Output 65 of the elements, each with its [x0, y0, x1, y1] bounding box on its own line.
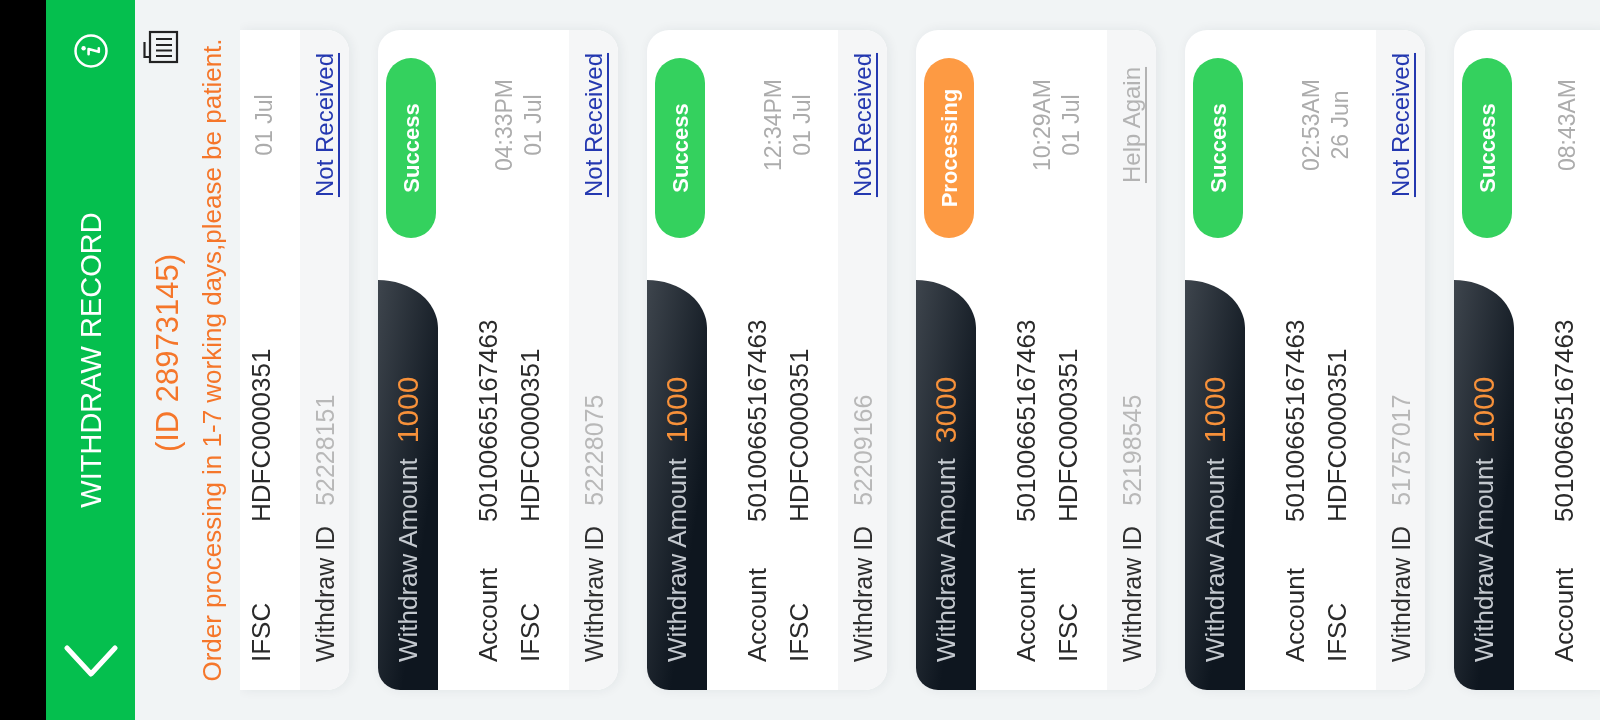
action-link[interactable]: Not Received: [309, 52, 340, 198]
account-number: 50100665167463: [472, 319, 504, 522]
amount-label: Withdraw Amount: [930, 458, 962, 662]
date-text: 01 Jul: [1057, 94, 1085, 156]
order-id-text: (ID 28973145): [150, 253, 186, 453]
time-text: 04:33PM: [490, 78, 518, 172]
document-icon[interactable]: [143, 30, 179, 64]
time-text: 12:34PM: [759, 78, 787, 172]
amount-label: Withdraw Amount: [661, 458, 693, 662]
withdraw-id-value: 52228075: [578, 394, 609, 506]
ifsc-label: IFSC: [245, 602, 277, 662]
action-link[interactable]: Not Received: [578, 52, 609, 198]
date-text: 01 Jul: [519, 94, 547, 156]
processing-notice: Order processing in 1-7 working days,please be patient.: [198, 38, 226, 682]
account-label: Account: [1548, 568, 1580, 662]
status-pill: Processing: [924, 58, 974, 238]
ifsc-label: IFSC: [1052, 602, 1084, 662]
status-pill: Success: [655, 58, 705, 238]
account-label: Account: [1010, 568, 1042, 662]
amount-label: Withdraw Amount: [392, 458, 424, 662]
withdraw-id-label: Withdraw ID: [847, 525, 878, 662]
withdraw-id-label: Withdraw ID: [578, 525, 609, 662]
amount-value: 1000: [660, 376, 694, 444]
account-label: Account: [741, 568, 773, 662]
amount-value: 3000: [929, 376, 963, 444]
withdraw-id-value: 51757017: [1385, 394, 1416, 506]
ifsc-code: HDFC0000351: [1052, 348, 1084, 522]
amount-label: Withdraw Amount: [1199, 458, 1231, 662]
page-title: WITHDRAW RECORD: [73, 212, 108, 508]
ifsc-code: HDFC0000351: [783, 348, 815, 522]
date-text: 26 Jun: [1326, 90, 1354, 160]
ifsc-label: IFSC: [783, 602, 815, 662]
back-icon[interactable]: [63, 644, 118, 678]
withdraw-id-label: Withdraw ID: [309, 525, 340, 662]
time-text: 08:43AM: [1553, 78, 1581, 172]
time-text: 10:29AM: [1028, 78, 1056, 172]
withdraw-id-value: 52198545: [1116, 394, 1147, 506]
status-pill: Success: [386, 58, 436, 238]
info-icon[interactable]: [73, 34, 108, 68]
ifsc-label: IFSC: [1321, 602, 1353, 662]
amount-label: Withdraw Amount: [1468, 458, 1500, 662]
withdraw-id-label: Withdraw ID: [1116, 525, 1147, 662]
action-link[interactable]: Not Received: [847, 52, 878, 198]
time-text: 02:53AM: [1297, 78, 1325, 172]
withdraw-id-label: Withdraw ID: [1385, 525, 1416, 662]
account-number: 50100665167463: [1010, 319, 1042, 522]
action-link[interactable]: Not Received: [1385, 52, 1416, 198]
withdraw-id-value: 52228151: [309, 394, 340, 506]
account-label: Account: [472, 568, 504, 662]
ifsc-label: IFSC: [514, 602, 546, 662]
status-pill: Success: [1462, 58, 1512, 238]
amount-value: 1000: [391, 376, 425, 444]
ifsc-code: HDFC0000351: [1321, 348, 1353, 522]
amount-value: 1000: [1198, 376, 1232, 444]
date-text: 01 Jul: [788, 94, 816, 156]
date-text: 01 Jul: [250, 94, 278, 156]
withdraw-id-value: 52209166: [847, 394, 878, 506]
account-number: 50100665167463: [1279, 319, 1311, 522]
ifsc-code: HDFC0000351: [245, 348, 277, 522]
account-label: Account: [1279, 568, 1311, 662]
ifsc-code: HDFC0000351: [514, 348, 546, 522]
amount-value: 1000: [1467, 376, 1501, 444]
account-number: 50100665167463: [741, 319, 773, 522]
account-number: 50100665167463: [1548, 319, 1580, 522]
status-pill: Success: [1193, 58, 1243, 238]
